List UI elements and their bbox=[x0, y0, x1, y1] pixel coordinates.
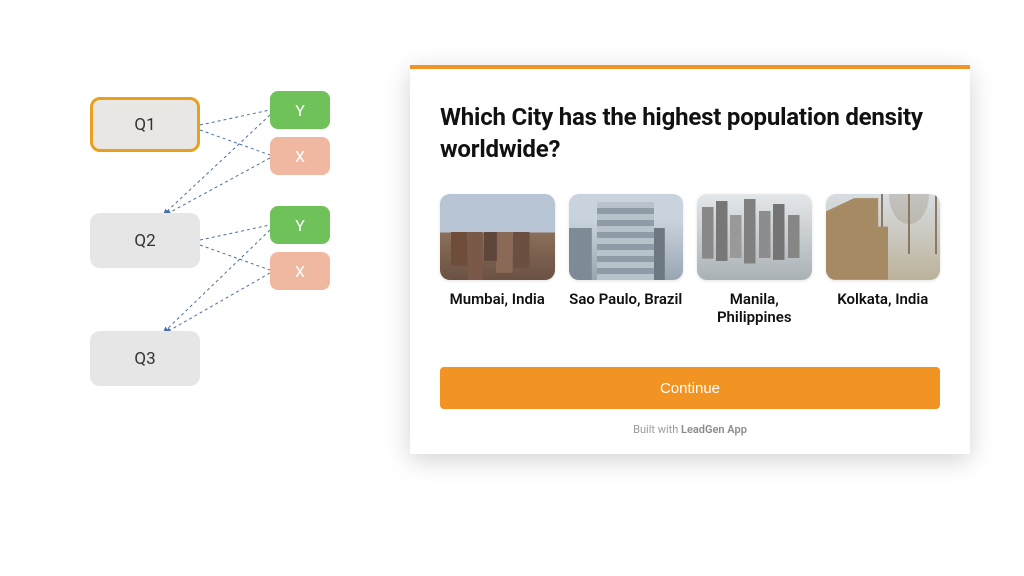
flow-node-label: Q1 bbox=[134, 115, 155, 135]
flow-node-q1[interactable]: Q1 bbox=[90, 97, 200, 152]
flow-tag-x2[interactable]: X bbox=[270, 252, 330, 290]
flow-node-q2[interactable]: Q2 bbox=[90, 213, 200, 268]
option-image-mumbai bbox=[440, 194, 555, 280]
flow-node-label: Q3 bbox=[134, 349, 155, 369]
flow-tag-y1[interactable]: Y bbox=[270, 91, 330, 129]
option-image-kolkata bbox=[826, 194, 941, 280]
flow-tag-label: Y bbox=[295, 216, 305, 235]
flow-tag-y2[interactable]: Y bbox=[270, 206, 330, 244]
flow-tag-label: X bbox=[295, 262, 305, 281]
continue-button[interactable]: Continue bbox=[440, 367, 940, 409]
quiz-option-kolkata[interactable]: Kolkata, India bbox=[826, 194, 941, 327]
option-label: Sao Paulo, Brazil bbox=[569, 290, 682, 309]
option-label: Mumbai, India bbox=[450, 290, 545, 309]
flow-tag-label: Y bbox=[295, 101, 305, 120]
quiz-option-mumbai[interactable]: Mumbai, India bbox=[440, 194, 555, 327]
built-with-prefix: Built with bbox=[633, 423, 681, 436]
built-with-brand: LeadGen App bbox=[681, 423, 747, 436]
built-with-label: Built with LeadGen App bbox=[440, 423, 940, 436]
option-image-manila bbox=[697, 194, 812, 280]
option-label: Manila, Philippines bbox=[697, 290, 812, 328]
flow-tag-x1[interactable]: X bbox=[270, 137, 330, 175]
flow-node-label: Q2 bbox=[134, 231, 155, 251]
quiz-option-sao-paulo[interactable]: Sao Paulo, Brazil bbox=[569, 194, 684, 327]
flow-tag-label: X bbox=[295, 147, 305, 166]
quiz-question: Which City has the highest population de… bbox=[440, 101, 940, 166]
option-label: Kolkata, India bbox=[837, 290, 928, 309]
flow-node-q3[interactable]: Q3 bbox=[90, 331, 200, 386]
quiz-option-manila[interactable]: Manila, Philippines bbox=[697, 194, 812, 327]
flow-diagram: Q1 Y X Q2 Y X Q3 bbox=[70, 85, 370, 445]
option-image-sao-paulo bbox=[569, 194, 684, 280]
quiz-card: Which City has the highest population de… bbox=[410, 65, 970, 454]
quiz-options: Mumbai, India Sao Paulo, Brazil Manila, … bbox=[440, 194, 940, 327]
